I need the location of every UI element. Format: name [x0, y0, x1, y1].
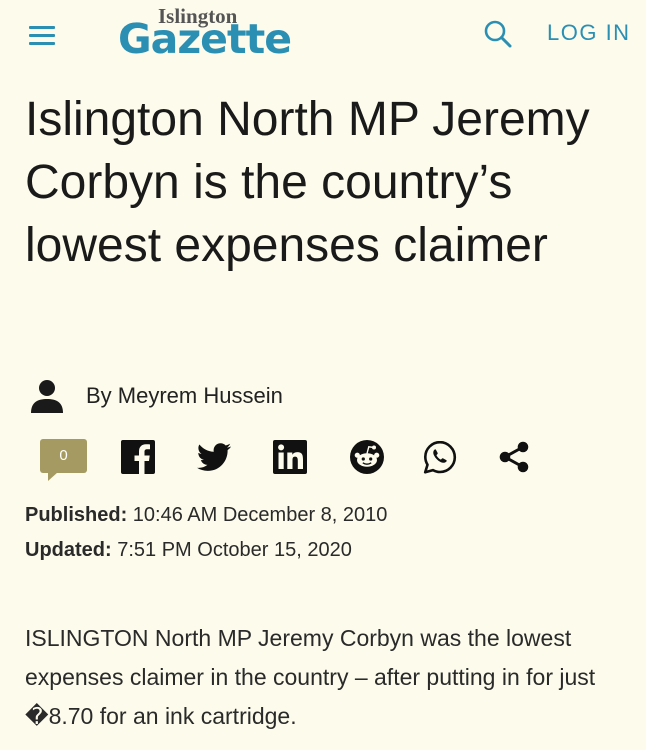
reddit-icon[interactable] [349, 439, 385, 475]
twitter-icon[interactable] [196, 439, 232, 475]
author-icon [31, 380, 63, 413]
facebook-icon[interactable] [120, 439, 156, 475]
search-icon[interactable] [481, 18, 515, 52]
updated-date: 7:51 PM October 15, 2020 [117, 539, 352, 561]
logo-big-text: Gazette [118, 15, 292, 63]
updated-label: Updated: [25, 539, 112, 561]
whatsapp-icon[interactable] [422, 439, 458, 475]
published-line: Published: 10:46 AM December 8, 2010 [25, 500, 387, 535]
site-header: Islington Gazette LOG IN [0, 0, 646, 80]
comment-count: 0 [59, 447, 68, 464]
article-dates: Published: 10:46 AM December 8, 2010 Upd… [25, 500, 387, 570]
published-label: Published: [25, 504, 128, 526]
site-logo[interactable]: Islington Gazette [118, 4, 328, 66]
byline: By Meyrem Hussein [30, 378, 283, 414]
linkedin-icon[interactable] [272, 439, 308, 475]
login-link[interactable]: LOG IN [547, 20, 631, 46]
article-headline: Islington North MP Jeremy Corbyn is the … [25, 93, 590, 272]
article-body: ISLINGTON North MP Jeremy Corbyn was the… [25, 625, 596, 729]
hamburger-menu-icon[interactable] [29, 26, 55, 46]
comment-count-badge[interactable]: 0 [40, 439, 87, 481]
share-row: 0 [40, 437, 560, 481]
share-icon[interactable] [496, 439, 532, 475]
author-name[interactable]: By Meyrem Hussein [86, 383, 283, 409]
updated-line: Updated: 7:51 PM October 15, 2020 [25, 535, 387, 570]
published-date: 10:46 AM December 8, 2010 [132, 504, 388, 526]
